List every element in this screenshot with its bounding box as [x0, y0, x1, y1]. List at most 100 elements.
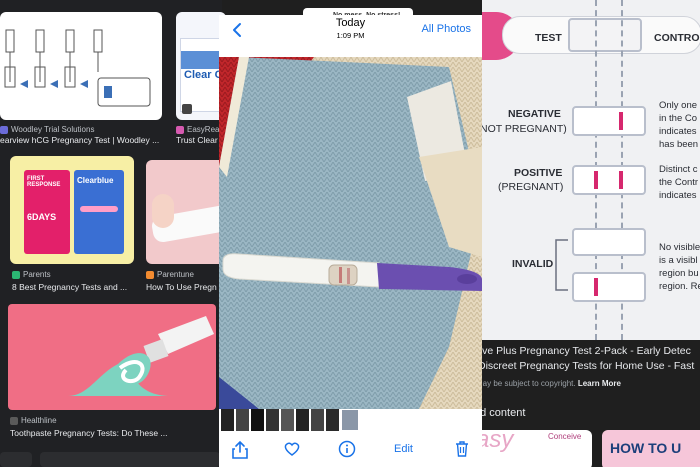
- label-positive-sub: (PREGNANT): [498, 181, 564, 193]
- result-title-5[interactable]: Toothpaste Pregnancy Tests: Do These ...: [10, 428, 218, 438]
- video-play-icon: [182, 104, 192, 114]
- negative-window: [572, 106, 646, 136]
- source-label: Parents: [23, 270, 51, 279]
- photo-viewer: Today 1:09 PM All Photos Edit: [219, 15, 482, 467]
- box-label: Clear C: [184, 69, 223, 81]
- test-line: [594, 278, 598, 296]
- result-image-diagram[interactable]: [0, 12, 162, 120]
- thumb-brand-text: Conceive: [548, 432, 582, 441]
- photo-toolbar: Edit: [219, 431, 482, 467]
- edit-button[interactable]: Edit: [394, 443, 413, 455]
- invalid-window-empty: [572, 228, 646, 256]
- filmstrip-thumb[interactable]: [251, 409, 264, 431]
- copyright-notice: May be subject to copyright. Learn More: [482, 379, 621, 388]
- related-thumb-2[interactable]: HOW TO U: [602, 430, 700, 467]
- photo-header: Today 1:09 PM All Photos: [219, 15, 482, 57]
- photo-pregnancy-test-on-knit[interactable]: [219, 57, 482, 409]
- desc-line: region bu: [659, 268, 699, 279]
- source-label: Parentune: [157, 270, 194, 279]
- result-title-2[interactable]: Trust Clear: [176, 135, 222, 145]
- result-source-4[interactable]: Parentune: [146, 270, 194, 279]
- label-negative: NEGATIVE: [508, 108, 561, 120]
- box-brand: FIRST RESPONSE: [27, 176, 61, 188]
- desc-line: Only one: [659, 100, 698, 111]
- clearblue-box: Clearblue: [74, 170, 124, 254]
- preview-title-line1[interactable]: eive Plus Pregnancy Test 2-Pack - Early …: [482, 345, 691, 357]
- result-source-5[interactable]: Healthline: [10, 416, 57, 425]
- invalid-description: No visible is a visibl region bu region.…: [659, 241, 700, 293]
- all-photos-link[interactable]: All Photos: [421, 23, 471, 35]
- copyright-text: May be subject to copyright.: [482, 379, 576, 388]
- filmstrip-thumb[interactable]: [326, 409, 339, 431]
- filmstrip-thumb[interactable]: [281, 409, 294, 431]
- trash-icon[interactable]: [454, 440, 470, 458]
- result-title[interactable]: earview hCG Pregnancy Test | Woodley ...: [0, 135, 162, 145]
- result-title-4[interactable]: How To Use Pregn: [146, 282, 222, 292]
- toothpaste-illustration: [68, 316, 214, 396]
- filmstrip-thumb[interactable]: [296, 409, 309, 431]
- label-control: CONTRO: [654, 32, 700, 44]
- control-line: [619, 171, 623, 189]
- related-thumb-1[interactable]: asy Conceive: [482, 430, 592, 467]
- site-favicon: [146, 270, 154, 279]
- site-favicon: [176, 125, 184, 134]
- site-favicon: [12, 270, 20, 279]
- next-row-thumb[interactable]: [0, 452, 32, 467]
- desc-line: indicates: [659, 190, 697, 201]
- hand-shape: [152, 194, 174, 228]
- filmstrip-thumb[interactable]: [311, 409, 324, 431]
- result-window: [568, 18, 642, 52]
- photo-filmstrip[interactable]: [219, 409, 482, 431]
- box-6days: 6DAYS: [27, 212, 57, 222]
- share-icon[interactable]: [231, 440, 249, 460]
- result-source[interactable]: Woodley Trial Solutions: [0, 125, 94, 134]
- source-label: Woodley Trial Solutions: [11, 125, 95, 134]
- result-source-3[interactable]: Parents: [12, 270, 51, 279]
- test-procedure-diagram: [4, 29, 151, 107]
- filmstrip-thumb[interactable]: [266, 409, 279, 431]
- result-image-toothpaste[interactable]: [8, 304, 216, 410]
- desc-line: Distinct c: [659, 164, 698, 175]
- filmstrip-thumb[interactable]: [236, 409, 249, 431]
- control-line: [619, 112, 623, 130]
- info-icon[interactable]: [338, 440, 356, 458]
- desc-line: is a visibl: [659, 255, 698, 266]
- bracket-icon: [555, 239, 568, 291]
- site-favicon: [10, 416, 18, 425]
- heart-icon[interactable]: [283, 440, 301, 458]
- photo-image: [219, 57, 482, 409]
- filmstrip-thumb[interactable]: [221, 409, 234, 431]
- positive-window: [572, 165, 646, 195]
- result-image-test-stick[interactable]: [146, 160, 226, 264]
- thumb-brand-text: asy: [482, 430, 514, 453]
- label-test: TEST: [535, 32, 562, 44]
- test-line: [594, 171, 598, 189]
- thumb-heading: HOW TO U: [610, 440, 682, 456]
- image-preview-panel: TEST CONTRO NEGATIVE NOT PREGNANT) Only …: [482, 0, 700, 467]
- desc-line: indicates: [659, 126, 697, 137]
- negative-description: Only one in the Co indicates has been: [659, 99, 698, 151]
- result-image-test-boxes[interactable]: FIRST RESPONSE 6DAYS Clearblue: [10, 156, 134, 264]
- desc-line: No visible: [659, 242, 700, 253]
- invalid-window-test: [572, 272, 646, 302]
- label-positive: POSITIVE: [514, 167, 563, 179]
- desc-line: in the Co: [659, 113, 698, 124]
- site-favicon: [0, 125, 8, 134]
- filmstrip-thumb-current[interactable]: [341, 409, 359, 431]
- first-response-box: FIRST RESPONSE 6DAYS: [24, 170, 70, 254]
- label-negative-sub: NOT PREGNANT): [482, 123, 567, 135]
- source-label: Healthline: [21, 416, 57, 425]
- next-row-thumb[interactable]: [40, 452, 220, 467]
- result-reading-chart[interactable]: TEST CONTRO NEGATIVE NOT PREGNANT) Only …: [482, 0, 700, 340]
- desc-line: has been: [659, 139, 699, 150]
- image-results-grid: Woodley Trial Solutions earview hCG Preg…: [0, 0, 228, 467]
- learn-more-link[interactable]: Learn More: [578, 379, 621, 388]
- desc-line: the Contr: [659, 177, 699, 188]
- result-title-3[interactable]: 8 Best Pregnancy Tests and ...: [12, 282, 136, 292]
- related-content-heading: ed content: [482, 407, 526, 419]
- test-stick: [80, 206, 118, 212]
- box-brand: Clearblue: [77, 176, 114, 185]
- desc-line: region. Re: [659, 281, 700, 292]
- positive-description: Distinct c the Contr indicates: [659, 163, 698, 202]
- preview-title-line2[interactable]: Discreet Pregnancy Tests for Home Use - …: [482, 360, 694, 372]
